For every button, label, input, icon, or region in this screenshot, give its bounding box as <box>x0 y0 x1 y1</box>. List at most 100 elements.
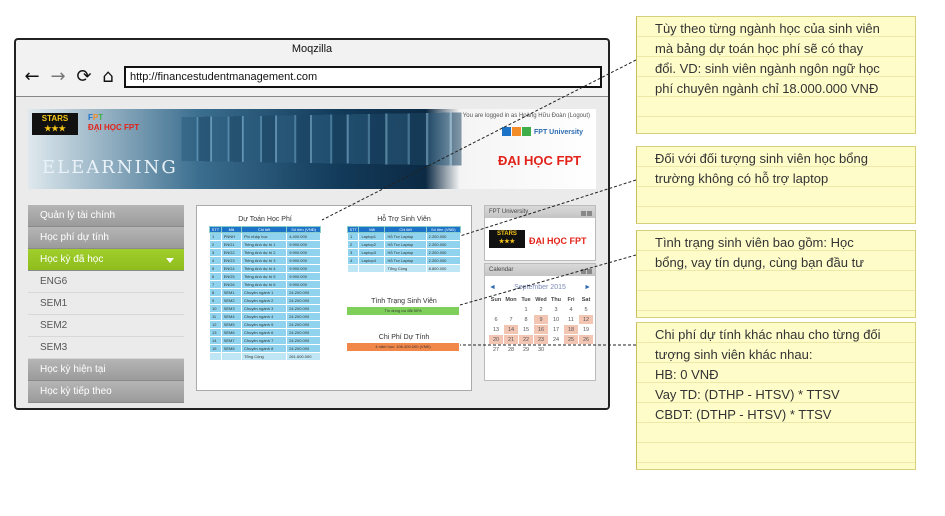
du-toan-row: 12 SEM5 Chuyên ngành 5 24.200.000 <box>209 320 321 329</box>
sidebar-subitem-sem2[interactable]: SEM2 <box>28 315 184 337</box>
calendar-day[interactable]: 22 <box>518 334 534 345</box>
table-cell: 24.200.000 <box>286 328 321 337</box>
calendar-day[interactable]: 25 <box>563 334 579 345</box>
ho-tro-row: 2 Laptop2 Hỗ Trợ Laptop 2.200.000 <box>346 240 462 249</box>
elearning-title: ELEARNING <box>42 157 178 178</box>
stars-logo: STARS ★★★ <box>32 113 78 135</box>
table-cell: SEM5 <box>220 320 242 329</box>
table-cell: 11 <box>209 312 222 321</box>
calendar-day[interactable]: 9 <box>533 314 549 325</box>
calendar-day[interactable]: 14 <box>503 324 519 335</box>
sidebar-item-current-semester[interactable]: Học kỳ hiện tại <box>28 359 184 381</box>
calendar-weekday-row: Sun Mon Tue Wed Thu Fri Sat <box>488 294 594 305</box>
table-cell: Tiếng Anh dự bị 3 <box>240 256 288 265</box>
table-cell: 24.200.000 <box>286 288 321 297</box>
reload-icon[interactable]: ⟳ <box>74 66 94 88</box>
calendar-day[interactable]: 2 <box>533 304 549 315</box>
ho-tro-row: 3 Laptop3 Hỗ Trợ Laptop 2.200.000 <box>346 248 462 257</box>
url-input[interactable]: http://financestudentmanagement.com <box>124 66 602 88</box>
sidebar-item-finance[interactable]: Quản lý tài chính <box>28 205 184 227</box>
calendar-day[interactable]: 5 <box>578 304 594 315</box>
calendar-day[interactable]: 20 <box>488 334 504 345</box>
sidebar-item-past-semesters[interactable]: Học kỳ đã học <box>28 249 184 271</box>
navigation-bar: ← → ⟳ ⌂ http://financestudentmanagement.… <box>16 62 608 94</box>
sidebar-item-estimated-fees[interactable]: Học phí dự tính <box>28 227 184 249</box>
widget-toggle-icon[interactable] <box>580 209 592 216</box>
table-cell: 9.900.000 <box>286 240 321 249</box>
sidebar-item-next-semester[interactable]: Học kỳ tiếp theo <box>28 381 184 403</box>
calendar-day[interactable]: 1 <box>518 304 534 315</box>
du-toan-row: 10 SEM3 Chuyên ngành 3 24.200.000 <box>209 304 321 313</box>
table-cell: Laptop1 <box>358 232 386 241</box>
table-cell: 2.200.000 <box>425 248 462 257</box>
calendar-weekday: Sat <box>578 294 594 305</box>
table-cell: Chuyên ngành 3 <box>240 304 288 313</box>
calendar-day[interactable]: 18 <box>563 324 579 335</box>
tinh-trang-title: Tình Trạng Sinh Viên <box>371 298 437 305</box>
calendar-day[interactable]: 30 <box>533 344 549 355</box>
fpt-widget-logo: STARS ★★★ ĐẠI HỌC FPT <box>485 218 595 258</box>
forward-arrow-icon[interactable]: → <box>48 66 68 88</box>
table-cell: SEM4 <box>220 312 242 321</box>
calendar-week-row: 6 7 8 9 10 11 12 <box>488 314 594 325</box>
page-viewport: STARS ★★★ FPT ĐẠI HỌC FPT ELEARNING You a… <box>16 96 608 408</box>
calendar-day[interactable]: 4 <box>563 304 579 315</box>
table-cell: Phí nhập học <box>240 232 288 241</box>
calendar-day <box>548 344 564 355</box>
calendar-day[interactable]: 13 <box>488 324 504 335</box>
calendar-day[interactable]: 21 <box>503 334 519 345</box>
du-toan-row: 13 SEM6 Chuyên ngành 6 24.200.000 <box>209 328 321 337</box>
calendar-day[interactable]: 3 <box>548 304 564 315</box>
calendar-day[interactable]: 27 <box>488 344 504 355</box>
table-cell: 15 <box>209 344 222 353</box>
fpt-small-text: ĐẠI HỌC FPT <box>88 123 140 132</box>
fpt-widget: FPT University STARS ★★★ ĐẠI HỌC FPT <box>484 205 596 261</box>
calendar-day[interactable]: 29 <box>518 344 534 355</box>
calendar-weekday: Wed <box>533 294 549 305</box>
sidebar-subitem-eng6[interactable]: ENG6 <box>28 271 184 293</box>
login-status[interactable]: You are logged in as Hoàng Hữu Đoàn (Log… <box>463 113 590 119</box>
calendar-day[interactable]: 23 <box>533 334 549 345</box>
calendar-day[interactable]: 16 <box>533 324 549 335</box>
table-cell <box>220 352 242 361</box>
calendar-day[interactable]: 11 <box>563 314 579 325</box>
table-cell: 8 <box>209 288 222 297</box>
ho-tro-table: STT Mã Chi tiết Số tiền (VNĐ) 1 Laptop1 Hỗ Tr… <box>346 226 462 273</box>
table-cell: 9.900.000 <box>286 248 321 257</box>
ho-tro-row: 4 Laptop4 Hỗ Trợ Laptop 2.200.000 <box>346 256 462 265</box>
table-cell: Tiếng Anh dự bị 4 <box>240 264 288 273</box>
du-toan-row: 11 SEM4 Chuyên ngành 4 24.200.000 <box>209 312 321 321</box>
table-cell: SEM8 <box>220 344 242 353</box>
note-line: Tình trạng sinh viên bao gồm: Học <box>655 235 854 250</box>
du_toan-total-row: Tổng Cộng 261.600.000 <box>209 352 321 361</box>
sidebar-subitem-sem1[interactable]: SEM1 <box>28 293 184 315</box>
table-cell: 12 <box>209 320 222 329</box>
prev-month-icon[interactable]: ◄ <box>489 282 496 294</box>
next-month-icon[interactable]: ► <box>584 282 591 294</box>
calendar-day[interactable]: 12 <box>578 314 594 325</box>
sidebar-subitem-sem3[interactable]: SEM3 <box>28 337 184 359</box>
calendar-day[interactable]: 19 <box>578 324 594 335</box>
table-cell: 9.900.000 <box>286 264 321 273</box>
calendar-day[interactable]: 8 <box>518 314 534 325</box>
table-cell: Tiếng Anh dự bị 6 <box>240 280 288 289</box>
calendar-day[interactable]: 6 <box>488 314 504 325</box>
calendar-day[interactable]: 17 <box>548 324 564 335</box>
calendar-day[interactable]: 15 <box>518 324 534 335</box>
ho_tro-header-cell: Số tiền (VNĐ) <box>425 226 462 233</box>
ho_tro-total-row: Tổng Cộng 8.800.000 <box>346 264 462 273</box>
banner-screens-image <box>181 112 462 166</box>
calendar-day[interactable]: 26 <box>578 334 594 345</box>
table-cell: SEM7 <box>220 336 242 345</box>
dai-hoc-fpt-text: ĐẠI HỌC FPT <box>498 153 582 168</box>
calendar-day[interactable]: 7 <box>503 314 519 325</box>
calendar-week-row: 27 28 29 30 <box>488 344 594 355</box>
calendar-day[interactable]: 24 <box>548 334 564 345</box>
calendar-day[interactable]: 10 <box>548 314 564 325</box>
back-arrow-icon[interactable]: ← <box>22 66 42 88</box>
home-icon[interactable]: ⌂ <box>98 66 118 88</box>
calendar-day[interactable]: 28 <box>503 344 519 355</box>
table-cell: ENG1 <box>220 240 242 249</box>
table-cell: 8.800.000 <box>425 264 462 273</box>
widget-toggle-icon[interactable] <box>580 267 592 274</box>
